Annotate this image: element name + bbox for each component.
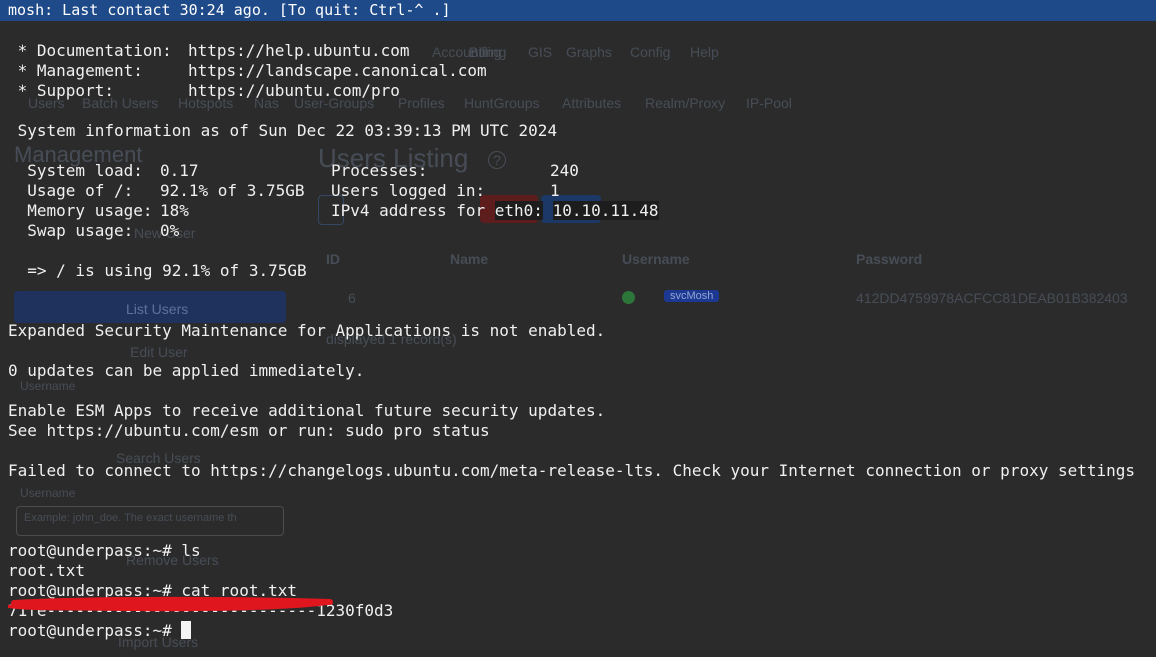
shell-command: ls xyxy=(181,541,201,560)
motd-doc-url: https://help.ubuntu.com xyxy=(188,41,410,60)
motd-swap-value: 0% xyxy=(160,221,180,240)
motd-failed-connect: Failed to connect to https://changelogs.… xyxy=(8,461,1136,480)
motd-users-value: 1 xyxy=(550,181,560,200)
shell-output-1: root.txt xyxy=(8,561,86,580)
terminal-window[interactable]: mosh: Last contact 30:24 ago. [To quit: … xyxy=(0,0,1156,657)
motd-doc-label: * Documentation: xyxy=(8,41,172,60)
motd-support-url: https://ubuntu.com/pro xyxy=(188,81,400,100)
motd-proc-value: 240 xyxy=(550,161,579,180)
red-redaction-scribble xyxy=(8,596,333,612)
motd-mgmt-url: https://landscape.canonical.com xyxy=(188,61,487,80)
motd-ipv4-value: 10.10.11.48 xyxy=(552,201,659,220)
motd-disk-warning: => / is using 92.1% of 3.75GB xyxy=(8,261,307,280)
shell-line-3[interactable]: root@underpass:~# xyxy=(8,621,192,641)
motd-mem-label: Memory usage: xyxy=(8,201,153,220)
motd-ipv4-prefix: IPv4 address for xyxy=(331,201,495,220)
motd-esm: Expanded Security Maintenance for Applic… xyxy=(8,321,606,340)
motd-load-value: 0.17 xyxy=(160,161,199,180)
motd-mgmt-label: * Management: xyxy=(8,61,143,80)
motd-mem-value: 18% xyxy=(160,201,189,220)
motd-updates: 0 updates can be applied immediately. xyxy=(8,361,365,380)
motd-users-label: Users logged in: xyxy=(331,181,486,200)
terminal-cursor xyxy=(181,621,192,639)
motd-esm-see: See https://ubuntu.com/esm or run: sudo … xyxy=(8,421,490,440)
motd-load-label: System load: xyxy=(8,161,143,180)
motd-proc-label: Processes: xyxy=(331,161,428,180)
shell-prompt: root@underpass:~# xyxy=(8,621,182,640)
shell-line-1: root@underpass:~# ls xyxy=(8,541,201,561)
motd-support-label: * Support: xyxy=(8,81,114,100)
motd-ipv4-line: IPv4 address for eth0: 10.10.11.48 xyxy=(331,201,659,221)
motd-sysinfo: System information as of Sun Dec 22 03:3… xyxy=(8,121,558,140)
mosh-status-bar: mosh: Last contact 30:24 ago. [To quit: … xyxy=(0,0,1156,21)
motd-swap-label: Swap usage: xyxy=(8,221,134,240)
motd-usage-label: Usage of /: xyxy=(8,181,134,200)
motd-ipv4-iface: eth0: xyxy=(494,201,543,220)
shell-prompt: root@underpass:~# xyxy=(8,541,182,560)
motd-esm-enable: Enable ESM Apps to receive additional fu… xyxy=(8,401,606,420)
motd-usage-value: 92.1% of 3.75GB xyxy=(160,181,305,200)
